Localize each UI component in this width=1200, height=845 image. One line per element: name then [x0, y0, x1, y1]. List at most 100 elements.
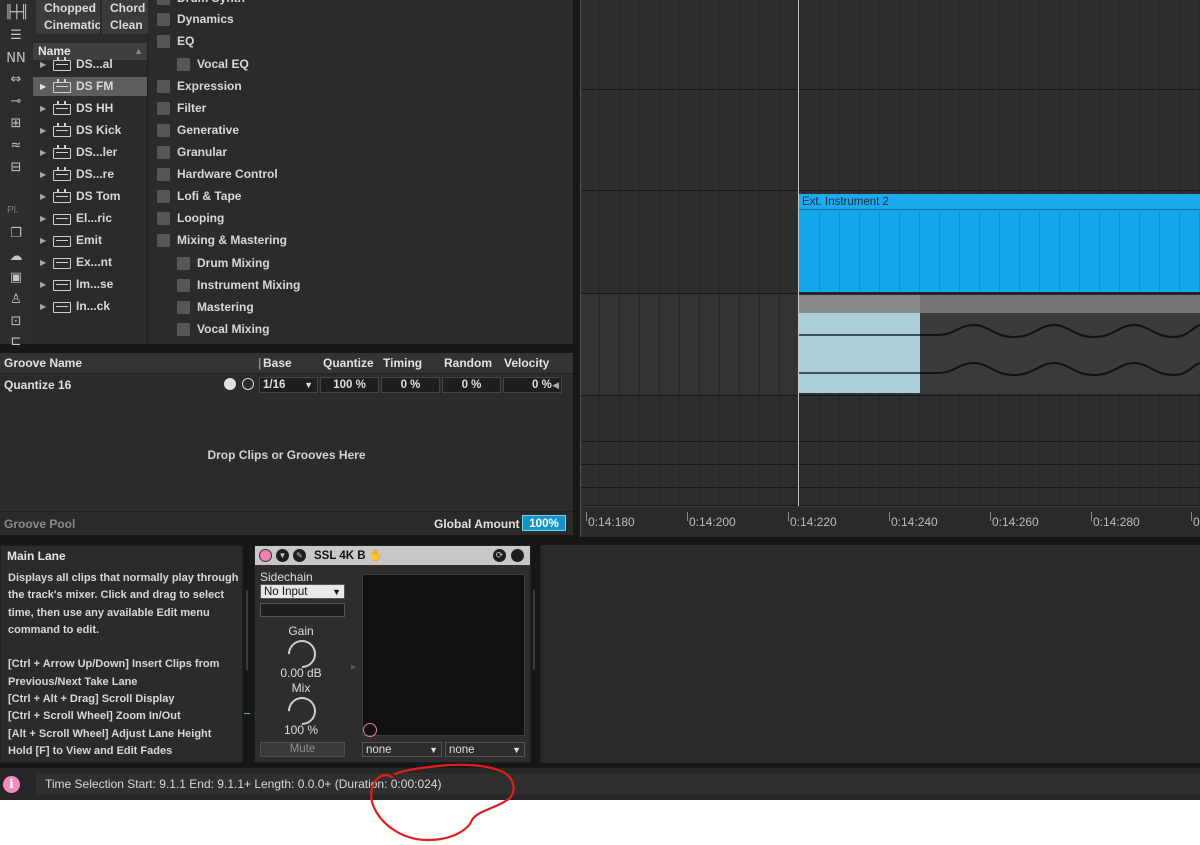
device-row[interactable]: ▶ DS Kick — [33, 121, 147, 140]
expand-arrow-icon[interactable]: ▶ — [351, 663, 356, 671]
track-lane[interactable] — [581, 465, 1200, 488]
device-row[interactable]: ▶ DS...ler — [33, 143, 147, 162]
mute-button[interactable]: Mute — [260, 742, 345, 757]
tag-checkbox[interactable] — [177, 279, 190, 292]
param-select-right[interactable]: none ▼ — [445, 742, 525, 757]
midi-clip-ext-instrument-2[interactable]: Ext. Instrument 2 — [799, 194, 1200, 292]
groove-pool: Groove Name | Base Quantize Timing Rando… — [0, 353, 573, 535]
info-description: Displays all clips that normally play th… — [8, 572, 239, 757]
filter-chip[interactable]: Chord — [102, 0, 148, 17]
refresh-icon[interactable]: ⟳ — [493, 549, 506, 562]
velocity-field[interactable]: 0 % ◀ — [503, 377, 562, 393]
push-icon[interactable]: ▣ — [5, 270, 27, 286]
sidechain-source-field[interactable] — [260, 603, 345, 617]
groove-name[interactable]: Quantize 16 — [4, 378, 71, 392]
tag-checkbox[interactable] — [157, 168, 170, 181]
sidechain-input-select[interactable]: No Input ▼ — [260, 584, 345, 599]
groove-drop-zone[interactable]: Drop Clips or Grooves Here — [0, 448, 573, 462]
ruler-tick: 0:14:240 — [889, 512, 938, 529]
device-row[interactable]: ▶ Im...se — [33, 275, 147, 294]
tag-checkbox[interactable] — [157, 35, 170, 48]
device-row[interactable]: ▶ Ex...nt — [33, 253, 147, 272]
track-lane[interactable] — [581, 90, 1200, 191]
instruments-icon[interactable]: NN — [5, 51, 27, 67]
tag-checkbox[interactable] — [177, 301, 190, 314]
quantize-field[interactable]: 100 % — [320, 377, 379, 393]
tag-label: Looping — [177, 211, 225, 225]
tag-checkbox[interactable] — [177, 323, 190, 336]
drums-icon[interactable]: ☰ — [5, 28, 27, 44]
device-chain-empty[interactable] — [540, 545, 1200, 763]
device-power-icon[interactable] — [259, 549, 272, 562]
global-amount-field[interactable]: 100% — [522, 515, 566, 531]
tag-checkbox[interactable] — [177, 257, 190, 270]
tag-checkbox[interactable] — [157, 190, 170, 203]
device-title-text: SSL 4K B — [314, 550, 366, 562]
device-row[interactable]: ▶ DS Tom — [33, 187, 147, 206]
midi-effects-icon[interactable]: ⊸ — [5, 94, 27, 110]
save-preset-icon[interactable] — [511, 549, 524, 562]
tag-checkbox[interactable] — [157, 80, 170, 93]
commit-groove-icon[interactable] — [242, 378, 254, 390]
device-row[interactable]: ▶ El...ric — [33, 209, 147, 228]
device-title-bar[interactable]: ▼ ✎ SSL 4K B ✋ ⟳ — [255, 546, 530, 565]
folder-icon[interactable]: ⊏ — [5, 334, 27, 350]
tag-checkbox[interactable] — [157, 13, 170, 26]
playhead[interactable] — [798, 0, 799, 512]
user-library-icon[interactable]: ♙ — [5, 292, 27, 308]
tag-checkbox[interactable] — [157, 212, 170, 225]
tag-checkbox[interactable] — [157, 124, 170, 137]
tag-checkbox[interactable] — [157, 0, 170, 5]
tag-checkbox[interactable] — [157, 234, 170, 247]
track-lane[interactable] — [581, 396, 1200, 442]
audio-clip-time-selection[interactable] — [799, 313, 920, 393]
grid-line — [699, 0, 700, 506]
scrollbar[interactable] — [246, 590, 248, 670]
track-lane[interactable] — [581, 488, 1200, 506]
sounds-icon[interactable]: ╟┼╢ — [5, 5, 28, 21]
clip-grid-line — [1159, 211, 1160, 292]
tag-checkbox[interactable] — [157, 102, 170, 115]
device-row[interactable]: ▶ In...ck — [33, 297, 147, 316]
filter-chip[interactable]: Cinematic — [36, 17, 100, 34]
device-row[interactable]: ▶ DS...al — [33, 55, 147, 74]
packs-icon[interactable]: ❐ — [5, 226, 27, 242]
device-row[interactable]: ▶ DS HH — [33, 99, 147, 118]
velocity-header[interactable]: Velocity — [504, 356, 549, 370]
random-field[interactable]: 0 % — [442, 377, 501, 393]
cloud-icon[interactable]: ☁ — [5, 249, 27, 265]
time-ruler[interactable]: 0:14:180 0:14:200 0:14:220 0:14:240 0:14… — [581, 506, 1200, 536]
device-row[interactable]: ▶ DS...re — [33, 165, 147, 184]
clip-title[interactable]: Ext. Instrument 2 — [799, 194, 1200, 210]
save-groove-icon[interactable] — [224, 378, 236, 390]
audio-waveform-selected — [799, 334, 920, 374]
quantize-header[interactable]: Quantize — [323, 356, 374, 370]
plugin-edit-icon[interactable] — [363, 723, 377, 737]
groove-name-header[interactable]: Groove Name — [4, 356, 82, 370]
info-icon[interactable]: i — [3, 776, 20, 793]
param-select-left[interactable]: none ▼ — [362, 742, 442, 757]
arrangement-view[interactable]: Ext. Instrument 2 Audio 6 0:14:180 0:14:… — [580, 0, 1200, 537]
device-chain-scrollbar[interactable] — [533, 590, 535, 670]
filter-chip[interactable]: Chopped — [36, 0, 100, 17]
max-for-live-icon[interactable]: ≈ — [5, 138, 27, 154]
timing-header[interactable]: Timing — [383, 356, 422, 370]
fold-icon[interactable]: ▼ — [276, 549, 289, 562]
device-row-selected[interactable]: ▶ DS FM — [33, 77, 147, 96]
tag-checkbox[interactable] — [157, 146, 170, 159]
track-lane[interactable] — [581, 0, 1200, 90]
filter-chip[interactable]: Clean — [102, 17, 148, 34]
base-header[interactable]: Base — [263, 356, 292, 370]
plugins-icon[interactable]: ⊟ — [5, 160, 27, 176]
timing-field[interactable]: 0 % — [381, 377, 440, 393]
current-project-icon[interactable]: ⊡ — [5, 314, 27, 330]
device-row[interactable]: ▶ Emit — [33, 231, 147, 250]
random-header[interactable]: Random — [444, 356, 492, 370]
track-lane[interactable] — [581, 442, 1200, 465]
audio-effects-icon[interactable]: ⇔ — [5, 72, 27, 88]
wrench-icon[interactable]: ✎ — [293, 549, 306, 562]
audio-clip-body[interactable] — [919, 313, 1200, 393]
tag-checkbox[interactable] — [177, 58, 190, 71]
modulators-icon[interactable]: ⊞ — [5, 116, 27, 132]
base-select[interactable]: 1/16 ▼ — [259, 377, 318, 393]
